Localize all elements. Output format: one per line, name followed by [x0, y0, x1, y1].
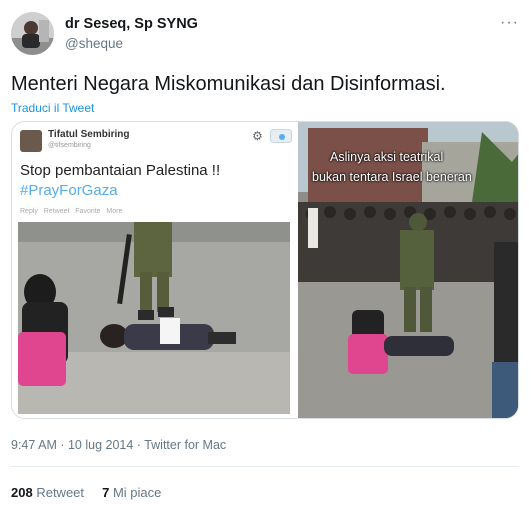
- translate-link[interactable]: Traduci il Tweet: [11, 101, 94, 115]
- retweet-stat[interactable]: 208 Retweet: [11, 485, 84, 500]
- retweet-label: Retweet: [36, 485, 85, 500]
- retweet-count: 208: [11, 485, 33, 500]
- gear-icon: ⚙: [252, 129, 263, 143]
- embedded-hashtag: #PrayForGaza: [20, 182, 118, 199]
- tweet-text: Menteri Negara Miskomunikasi dan Disinfo…: [11, 73, 446, 95]
- avatar[interactable]: [11, 12, 54, 55]
- embedded-action-retweet: Retweet: [43, 208, 70, 215]
- embedded-action-more: More: [106, 208, 123, 215]
- embedded-avatar: [20, 130, 42, 152]
- like-stat[interactable]: 7 Mi piace: [102, 485, 161, 500]
- divider: [11, 466, 519, 467]
- author-name[interactable]: dr Seseq, Sp SYNG: [65, 16, 198, 32]
- embedded-text: Stop pembantaian Palestina !!: [20, 162, 221, 179]
- like-count: 7: [102, 485, 110, 500]
- embedded-name: Tifatul Sembiring: [48, 129, 130, 140]
- embedded-actions: Reply Retweet Favorite More: [20, 208, 122, 215]
- like-label: Mi piace: [112, 485, 162, 500]
- overlay-caption-line1: Aslinya aksi teatrikal: [330, 150, 444, 164]
- tweet-stats: 208 Retweet 7 Mi piace: [11, 485, 161, 500]
- embedded-action-reply: Reply: [20, 208, 38, 215]
- tweet-timestamp[interactable]: 9:47 AM · 10 lug 2014 · Twitter for Mac: [11, 438, 226, 452]
- embedded-action-favorite: Favorite: [75, 208, 101, 215]
- follow-icon: [270, 129, 292, 143]
- more-dots-icon[interactable]: ···: [500, 14, 519, 32]
- tweet-media[interactable]: Tifatul Sembiring @tifsembiring ⚙ Stop p…: [11, 121, 519, 419]
- overlay-caption-line2: bukan tentara Israel beneran: [312, 170, 472, 184]
- author-handle[interactable]: @sheque: [65, 36, 123, 51]
- embedded-handle: @tifsembiring: [48, 142, 91, 149]
